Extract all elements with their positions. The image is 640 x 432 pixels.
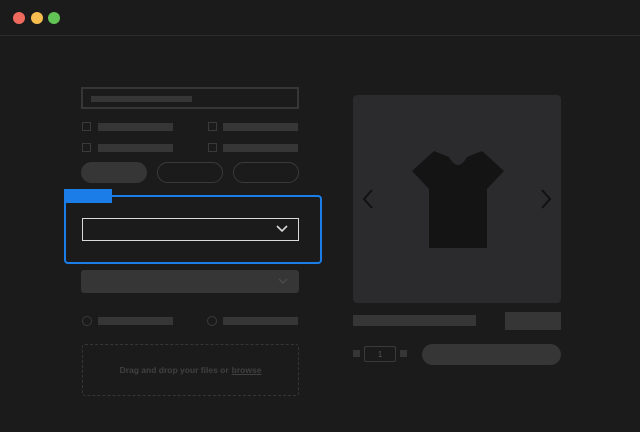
checkbox-4[interactable] [208, 143, 217, 152]
segment-button-3[interactable] [233, 162, 299, 183]
checkbox-1-label-skeleton [98, 123, 173, 131]
product-title-skeleton [353, 315, 476, 326]
file-dropzone[interactable]: Drag and drop your files or browse [82, 344, 299, 396]
close-window-button[interactable] [13, 12, 25, 24]
minimize-window-button[interactable] [31, 12, 43, 24]
radio-option-1[interactable] [82, 316, 92, 326]
input-text-skeleton [91, 96, 192, 102]
quantity-input[interactable]: 1 [364, 346, 396, 362]
checkbox-3[interactable] [82, 143, 91, 152]
radio-option-2[interactable] [207, 316, 217, 326]
product-price-skeleton [505, 312, 561, 330]
chevron-down-icon [278, 278, 288, 285]
browse-link[interactable]: browse [232, 365, 262, 375]
tshirt-icon [412, 151, 504, 248]
checkbox-2-label-skeleton [223, 123, 298, 131]
add-to-cart-button[interactable] [422, 344, 561, 365]
chevron-down-icon [276, 225, 288, 233]
radio-option-1-label-skeleton [98, 317, 173, 325]
text-input-placeholder[interactable] [81, 87, 299, 109]
product-image-carousel [353, 95, 561, 303]
quantity-decrement-button[interactable] [353, 350, 360, 357]
dropzone-text: Drag and drop your files or [119, 365, 229, 375]
radio-option-2-label-skeleton [223, 317, 298, 325]
chevron-right-icon[interactable] [540, 189, 552, 209]
focus-highlight-tab [64, 189, 112, 203]
chevron-left-icon[interactable] [362, 189, 374, 209]
segment-button-2[interactable] [157, 162, 223, 183]
select-dropdown-secondary[interactable] [81, 270, 299, 293]
checkbox-4-label-skeleton [223, 144, 298, 152]
quantity-increment-button[interactable] [400, 350, 407, 357]
checkbox-2[interactable] [208, 122, 217, 131]
zoom-window-button[interactable] [48, 12, 60, 24]
segment-button-1[interactable] [81, 162, 147, 183]
select-dropdown[interactable] [82, 218, 299, 241]
window-titlebar [0, 0, 640, 36]
checkbox-3-label-skeleton [98, 144, 173, 152]
checkbox-1[interactable] [82, 122, 91, 131]
